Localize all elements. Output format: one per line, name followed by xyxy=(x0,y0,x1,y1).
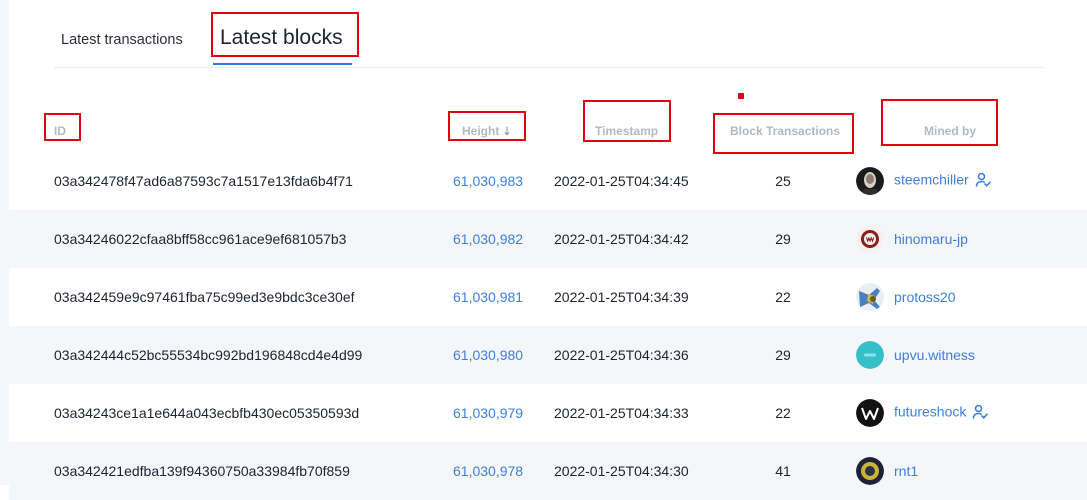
block-transaction-count: 29 xyxy=(775,347,791,363)
column-header-id: ID xyxy=(54,124,66,138)
miner-avatar[interactable] xyxy=(856,283,884,311)
block-height-link[interactable]: 61,030,981 xyxy=(453,289,523,305)
block-height-link[interactable]: 61,030,980 xyxy=(453,347,523,363)
miner-name: upvu.witness xyxy=(894,347,975,363)
column-header-timestamp: Timestamp xyxy=(595,124,659,138)
user-check-icon xyxy=(972,404,989,423)
miner-name: hinomaru-jp xyxy=(894,231,968,247)
miner-name: steemchiller xyxy=(894,171,969,188)
block-id: 03a342421edfba139f94360750a33984fb70f859 xyxy=(54,463,350,479)
miner-name-link[interactable]: rnt1 xyxy=(894,463,918,479)
block-timestamp: 2022-01-25T04:34:45 xyxy=(554,173,689,189)
miner-name: protoss20 xyxy=(894,289,956,305)
block-transaction-count: 22 xyxy=(775,405,791,421)
miner-name-link[interactable]: steemchiller xyxy=(894,172,991,191)
block-height-link[interactable]: 61,030,983 xyxy=(453,173,523,189)
block-timestamp: 2022-01-25T04:34:39 xyxy=(554,289,689,305)
block-timestamp: 2022-01-25T04:34:36 xyxy=(554,347,689,363)
page-left-strip xyxy=(0,0,9,485)
block-id: 03a34243ce1a1e644a043ecbfb430ec05350593d xyxy=(54,405,360,421)
block-timestamp: 2022-01-25T04:34:30 xyxy=(554,463,689,479)
block-transaction-count: 25 xyxy=(775,173,791,189)
annotation-dot xyxy=(738,93,744,99)
miner-avatar[interactable] xyxy=(856,399,884,427)
block-id: 03a342459e9c97461fba75c99ed3e9bdc3ce30ef xyxy=(54,289,355,305)
miner-name: futureshock xyxy=(894,403,967,420)
miner-name: rnt1 xyxy=(894,463,919,479)
table-row: 03a34246022cfaa8bff58cc961ace9ef681057b3… xyxy=(9,210,1087,268)
table-row: 03a342459e9c97461fba75c99ed3e9bdc3ce30ef… xyxy=(9,268,1087,326)
table-row: 03a342444c52bc55534bc992bd196848cd4e4d99… xyxy=(9,326,1087,384)
miner-name-link[interactable]: protoss20 xyxy=(894,289,955,305)
annotation-box-mined-by xyxy=(881,99,998,146)
tab-bar: Latest transactions Latest blocks xyxy=(54,0,1044,68)
table-row: 03a342421edfba139f94360750a33984fb70f859… xyxy=(9,442,1087,500)
block-timestamp: 2022-01-25T04:34:42 xyxy=(554,231,689,247)
block-height-link[interactable]: 61,030,982 xyxy=(453,231,523,247)
tab-latest-transactions[interactable]: Latest transactions xyxy=(61,32,183,48)
user-check-icon xyxy=(975,172,991,191)
miner-avatar[interactable] xyxy=(856,167,884,195)
miner-name-link[interactable]: hinomaru-jp xyxy=(894,231,968,247)
block-timestamp: 2022-01-25T04:34:33 xyxy=(554,405,689,421)
miner-avatar[interactable] xyxy=(856,457,884,485)
miner-name-link[interactable]: futureshock xyxy=(894,403,989,423)
tab-latest-blocks[interactable]: Latest blocks xyxy=(220,26,343,50)
column-header-block-transactions: Block Transactions xyxy=(730,124,841,138)
miner-avatar[interactable] xyxy=(856,225,884,253)
block-id: 03a34246022cfaa8bff58cc961ace9ef681057b3 xyxy=(54,231,347,247)
column-header-mined-by: Mined by xyxy=(924,124,977,138)
block-transaction-count: 41 xyxy=(775,463,791,479)
table-row: 03a34243ce1a1e644a043ecbfb430ec05350593d… xyxy=(9,384,1087,442)
block-id: 03a342478f47ad6a87593c7a1517e13fda6b4f71 xyxy=(54,173,353,189)
column-header-height[interactable]: Height ⇣ xyxy=(462,124,512,138)
column-header-height-label: Height xyxy=(462,124,500,138)
miner-avatar[interactable] xyxy=(856,341,884,369)
block-transaction-count: 29 xyxy=(775,231,791,247)
table-row: 03a342478f47ad6a87593c7a1517e13fda6b4f71… xyxy=(9,152,1087,210)
active-tab-indicator xyxy=(213,63,352,65)
block-id: 03a342444c52bc55534bc992bd196848cd4e4d99 xyxy=(54,347,363,363)
sort-descending-icon[interactable]: ⇣ xyxy=(502,125,511,138)
block-transaction-count: 22 xyxy=(775,289,791,305)
block-height-link[interactable]: 61,030,979 xyxy=(453,405,523,421)
block-height-link[interactable]: 61,030,978 xyxy=(453,463,523,479)
miner-name-link[interactable]: upvu.witness xyxy=(894,347,975,363)
